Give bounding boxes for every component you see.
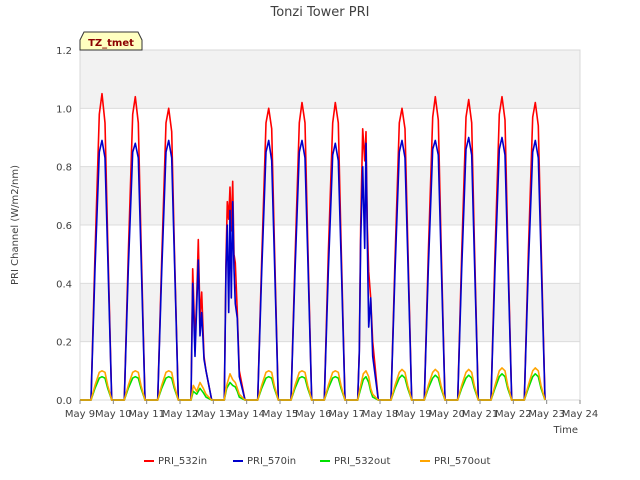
legend-label: PRI_532in xyxy=(158,456,207,467)
x-tick-label: May 9 xyxy=(65,409,95,420)
x-tick-label: May 23 xyxy=(528,409,565,420)
x-tick-label: May 18 xyxy=(362,409,399,420)
legend-label: PRI_532out xyxy=(334,456,390,467)
series-line-PRI_532in xyxy=(80,92,546,401)
y-tick-label: 1.2 xyxy=(56,46,72,57)
x-axis-label: Time xyxy=(553,425,578,436)
legend-label: PRI_570out xyxy=(434,456,490,467)
x-tick-label: May 24 xyxy=(562,409,599,420)
x-tick-label: May 13 xyxy=(195,409,232,420)
x-tick-label: May 21 xyxy=(462,409,499,420)
y-tick-label: 0.6 xyxy=(56,221,72,232)
x-tick-label: May 14 xyxy=(228,409,265,420)
y-axis-label: PRI Channel (W/m2/nm) xyxy=(10,165,21,285)
chart-title: Tonzi Tower PRI xyxy=(270,5,370,20)
background-band xyxy=(80,283,580,342)
x-tick-label: May 12 xyxy=(162,409,199,420)
x-tick-label: May 19 xyxy=(395,409,432,420)
legend-label: PRI_570in xyxy=(247,456,296,467)
background-band xyxy=(80,50,580,109)
legend: PRI_532in PRI_570in PRI_532out PRI_570out xyxy=(144,456,490,467)
y-tick-label: 0.0 xyxy=(56,396,72,407)
x-tick-label: May 15 xyxy=(262,409,299,420)
badge: TZ_tmet xyxy=(79,31,143,51)
series-group xyxy=(80,92,546,401)
x-tick-label: May 16 xyxy=(295,409,332,420)
x-tick-label: May 22 xyxy=(495,409,532,420)
x-tick-label: May 10 xyxy=(95,409,132,420)
x-tick-label: May 11 xyxy=(128,409,165,420)
x-tick-label: May 17 xyxy=(328,409,365,420)
x-tick-label: May 20 xyxy=(428,409,465,420)
y-axis: 0.0 0.2 0.4 0.6 0.8 1.0 1.2 xyxy=(56,46,72,407)
series-line-PRI_570out xyxy=(80,367,546,401)
badge-label: TZ_tmet xyxy=(88,38,134,49)
chart: Tonzi Tower PRI 0.0 0.2 0.4 0.6 0.8 1.0 1.2 Ma… xyxy=(10,5,598,467)
y-tick-label: 0.4 xyxy=(56,279,72,290)
y-tick-label: 0.2 xyxy=(56,338,72,349)
y-tick-label: 0.8 xyxy=(56,163,72,174)
y-tick-label: 1.0 xyxy=(56,104,72,115)
x-axis: May 9 May 10May 11May 12May 13May 14May 1… xyxy=(65,400,598,420)
